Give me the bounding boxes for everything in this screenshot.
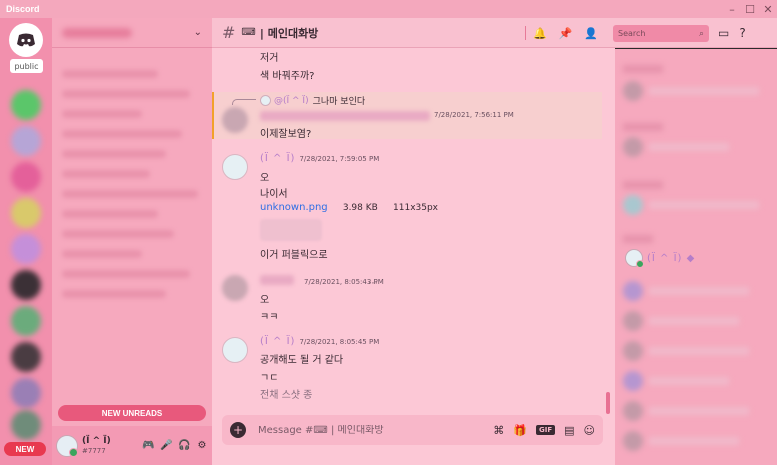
file-dimensions: 111x35px (393, 203, 439, 213)
member-list: (Ï ^ Ï) ◆ (615, 49, 777, 465)
add-attachment-icon[interactable]: + (230, 422, 246, 438)
window-controls: – ☐ ✕ (723, 0, 777, 18)
image-thumbnail[interactable] (260, 219, 322, 241)
server-icon[interactable] (11, 410, 41, 440)
avatar[interactable] (222, 154, 248, 180)
bell-icon[interactable]: 🔔 (533, 27, 547, 40)
timestamp: 7/28/2021, 8:05:45 PM (299, 338, 380, 346)
inbox-icon[interactable]: ▭ (718, 26, 729, 40)
message-text: 오 (260, 173, 270, 184)
server-name-redacted (62, 27, 132, 38)
avatar (260, 95, 271, 106)
reply-text: 그나마 보인다 (312, 97, 366, 107)
message-author[interactable]: (Ï ^ Ï) (260, 336, 295, 347)
message-text: 오 (260, 295, 270, 306)
translate-icon[interactable]: ⌘ (493, 424, 504, 437)
chevron-down-icon: ⌄ (193, 27, 202, 38)
app-title: Discord (6, 4, 40, 14)
message-text: 이제잘보염? (260, 129, 312, 140)
server-icon[interactable] (11, 126, 41, 156)
channel-list-redacted (52, 58, 212, 388)
emoji-icon[interactable]: ☺ (584, 424, 595, 437)
search-icon: ⌕ (698, 28, 704, 39)
new-badge[interactable]: NEW (4, 442, 46, 456)
member-item-self[interactable]: (Ï ^ Ï) ◆ (625, 249, 696, 268)
reply-preview[interactable]: @(Ï ^ Ï) 그나마 보인다 (260, 94, 365, 107)
channel-name: 메인대화방 (267, 26, 319, 40)
message-list: 저거 색 바꿔주까? @(Ï ^ Ï) 그나마 보인다 7/28/2021, 7… (212, 49, 615, 402)
gift-icon[interactable]: 🎁 (513, 424, 527, 437)
server-icon[interactable] (11, 234, 41, 264)
server-icon[interactable] (11, 90, 41, 120)
user-panel: (Ï ^ Ï) #7777 🎮 🎤 🎧 ⚙ (52, 426, 212, 465)
search-box[interactable]: ⌕ (613, 25, 709, 42)
discord-logo-icon (17, 33, 35, 47)
server-icon[interactable] (11, 378, 41, 408)
server-icon[interactable] (11, 198, 41, 228)
server-icon[interactable] (11, 342, 41, 372)
gamepad-icon[interactable]: 🎮 (142, 440, 154, 451)
channel-sidebar: ⌄ NEW UNREADS (Ï ^ Ï) #7777 🎮 🎤 🎧 ⚙ (52, 18, 212, 465)
microphone-icon[interactable]: 🎤 (160, 440, 172, 451)
server-header[interactable]: ⌄ (52, 18, 212, 48)
file-size: 3.98 KB (342, 203, 378, 213)
message-composer: + ⌘ 🎁 GIF ▤ ☺ (222, 415, 603, 445)
message-text: 색 바꿔주까? (260, 71, 315, 82)
message-text: 전채 스샷 종 (260, 390, 313, 401)
pin-icon[interactable]: 📌 (559, 27, 573, 40)
gif-button[interactable]: GIF (535, 425, 556, 435)
server-icon[interactable] (11, 306, 41, 336)
message-text: 나이서 (260, 189, 288, 200)
reply-author: @(Ï ^ Ï) (274, 95, 309, 106)
file-link[interactable]: unknown.png (260, 202, 328, 213)
maximize-icon[interactable]: ☐ (741, 0, 759, 18)
new-unreads-button[interactable]: NEW UNREADS (58, 405, 206, 421)
minimize-icon[interactable]: – (723, 0, 741, 18)
avatar[interactable] (222, 275, 248, 301)
keyboard-icon: ⌨ (241, 27, 256, 38)
message-text: ㅋㅋ (260, 312, 279, 323)
avatar[interactable] (56, 434, 78, 457)
avatar[interactable] (222, 107, 248, 133)
member-name: (Ï ^ Ï) ◆ (647, 252, 696, 264)
timestamp: 7/28/2021, 7:59:05 PM (299, 155, 380, 163)
headphones-icon[interactable]: 🎧 (178, 440, 190, 451)
avatar (625, 249, 644, 268)
close-icon[interactable]: ✕ (759, 0, 777, 18)
message-text: 공개해도 될 거 같다 (260, 355, 344, 366)
username: (Ï ^ Ï) (82, 435, 111, 446)
search-input[interactable] (618, 29, 688, 38)
message-text: 저거 (260, 53, 279, 64)
title-bar: Discord – ☐ ✕ (0, 0, 777, 18)
discord-home-button[interactable] (9, 23, 43, 57)
server-label-public: public (10, 59, 43, 73)
user-tag: #7777 (82, 446, 106, 455)
timestamp: 7/28/2021, 7:56:11 PM (434, 111, 514, 119)
help-icon[interactable]: ? (739, 26, 745, 40)
file-attachment: unknown.png 3.98 KB 111x35px (260, 202, 438, 213)
scrollbar[interactable] (606, 392, 610, 414)
server-rail: public NEW (0, 18, 52, 465)
message-input[interactable] (258, 424, 458, 436)
avatar[interactable] (222, 337, 248, 363)
server-icon[interactable] (11, 162, 41, 192)
author-redacted (260, 275, 294, 285)
message-actions-icon[interactable]: ⋯ (368, 278, 378, 289)
server-icon[interactable] (11, 270, 41, 300)
hashtag-icon: # (222, 23, 236, 42)
settings-gear-icon[interactable]: ⚙ (196, 440, 208, 451)
message-text: ㄱㄷ (260, 373, 279, 384)
message-author[interactable]: (Ï ^ Ï) (260, 153, 295, 164)
message-text: 이거 퍼블릭으로 (260, 250, 328, 261)
members-icon[interactable]: 👤 (584, 27, 598, 40)
author-redacted (260, 111, 430, 121)
channel-header: # ⌨ | 메인대화방 🔔 📌 👤 ⌕ ▭ ? (212, 18, 777, 48)
sticker-icon[interactable]: ▤ (564, 424, 574, 437)
